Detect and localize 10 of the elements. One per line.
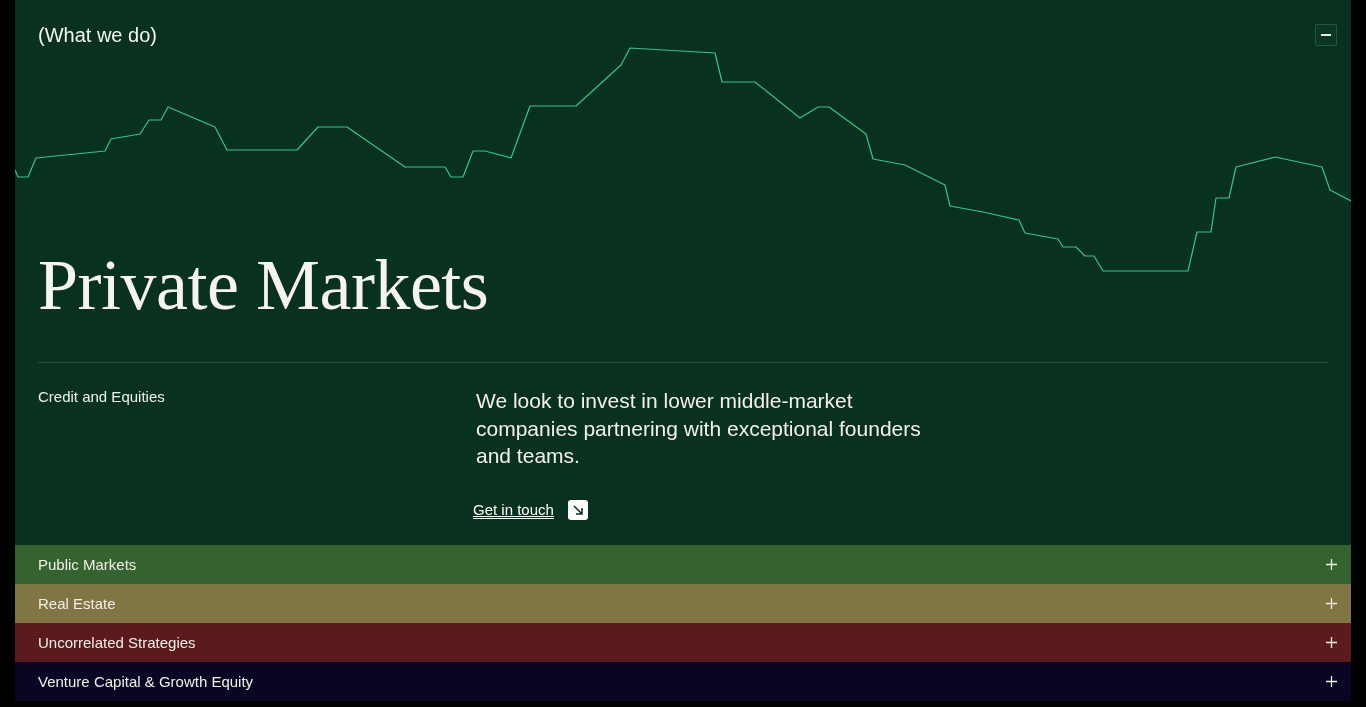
category-label: Credit and Equities bbox=[38, 387, 166, 407]
description: We look to invest in lower middle-market companies partnering with exceptional founders and teams. bbox=[476, 388, 922, 469]
accordion-row[interactable]: Public Markets bbox=[15, 545, 1351, 584]
accordion-row[interactable]: Real Estate bbox=[15, 584, 1351, 623]
accordion-row[interactable]: Uncorrelated Strategies bbox=[15, 623, 1351, 662]
get-in-touch-link[interactable]: Get in touch bbox=[473, 499, 588, 520]
accordion-row[interactable]: Venture Capital & Growth Equity bbox=[15, 662, 1351, 701]
section-label: (What we do) bbox=[38, 23, 157, 47]
collapse-button[interactable] bbox=[1315, 24, 1337, 46]
panel-title: Private Markets bbox=[38, 248, 489, 322]
